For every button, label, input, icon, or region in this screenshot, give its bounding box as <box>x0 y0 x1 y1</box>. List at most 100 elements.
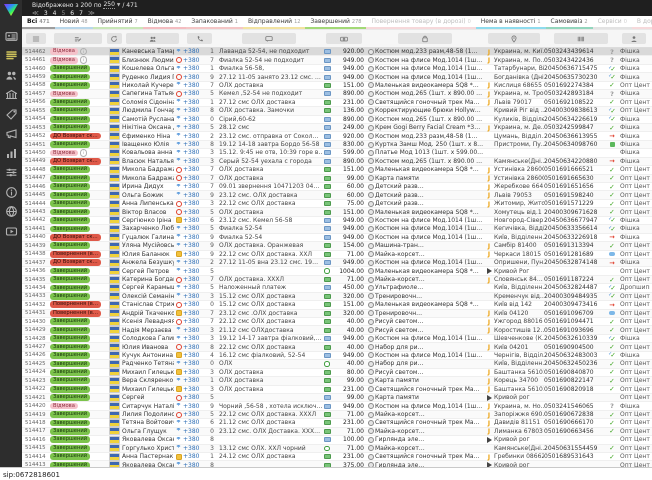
sidebar-item-statistics-icon[interactable] <box>5 147 18 160</box>
customer-name[interactable]: Михаил Гилецький <box>122 369 174 376</box>
tracking-number[interactable]: 0501691651656 <box>544 183 606 190</box>
customer-name[interactable]: Сергей Петров <box>122 268 174 275</box>
customer-name[interactable]: Ситарчук Наталія Гр… <box>122 403 174 410</box>
tracking-number[interactable]: 0503242599847 <box>544 124 606 131</box>
customer-name[interactable]: Ольга Глущук <box>122 428 174 435</box>
customer-phone[interactable]: +380 <box>183 335 206 342</box>
sidebar-item-products-icon[interactable] <box>5 108 18 121</box>
app-logo[interactable] <box>3 3 19 17</box>
customer-name[interactable]: Анжела Безушку <box>122 259 174 266</box>
tab-3[interactable]: Прийнятий7 <box>93 16 143 29</box>
sidebar-item-orders-icon[interactable] <box>5 49 18 62</box>
tab-7[interactable]: Завершений278 <box>305 16 366 29</box>
customer-phone[interactable]: +380 <box>183 166 206 173</box>
customer-phone[interactable]: +380 <box>183 369 206 376</box>
customer-phone[interactable]: +380 <box>183 284 206 291</box>
customer-phone[interactable]: +380 <box>183 149 206 156</box>
customer-name[interactable]: Іващенко Юлія <box>122 141 174 148</box>
customer-name[interactable]: Анна Пастернак <box>122 453 174 460</box>
customer-phone[interactable]: +380 <box>183 428 206 435</box>
tracking-number[interactable]: 0501690904500 <box>544 344 606 351</box>
customer-name[interactable]: Горгулько Христина… <box>122 445 174 452</box>
customer-phone[interactable]: +380 <box>183 377 206 384</box>
customer-name[interactable]: Соломія Сідоніна <box>122 99 174 106</box>
tracking-number[interactable]: 0501691598240 <box>544 192 606 199</box>
tracking-number[interactable]: 0501691093696 <box>544 327 606 334</box>
tracking-number[interactable]: 0501692274384 <box>544 82 606 89</box>
customer-name[interactable]: Сапегина Татьяна С… <box>122 90 174 97</box>
tracking-number[interactable]: 20400309838613 <box>544 107 606 114</box>
customer-name[interactable]: Ольга Божик <box>122 192 174 199</box>
sidebar-item-companies-icon[interactable] <box>5 88 18 101</box>
customer-name[interactable]: Яковалева Оксана <box>122 436 174 443</box>
customer-phone[interactable]: +380 <box>183 293 206 300</box>
customer-phone[interactable]: +380 <box>183 141 206 148</box>
customer-name[interactable]: Надія Мерзаєва <box>122 327 174 334</box>
customer-phone[interactable]: +380 <box>183 234 206 241</box>
customer-name[interactable]: Ксенія Левадняя <box>122 318 174 325</box>
customer-name[interactable]: Михаил Гилецький <box>122 386 174 393</box>
tracking-number[interactable]: 20450634226619 <box>544 116 606 123</box>
customer-phone[interactable]: +380 <box>183 251 206 258</box>
customer-name[interactable]: Тетяна Войтович <box>122 419 174 426</box>
tracking-number[interactable]: 0501691571229 <box>544 200 606 207</box>
tracking-number[interactable]: 0503243422436 <box>544 57 606 64</box>
customer-phone[interactable]: +380 <box>183 175 206 182</box>
tracking-number[interactable]: 20450634098760 <box>544 141 606 148</box>
customer-phone[interactable]: +380 <box>183 65 206 72</box>
tracking-number[interactable]: 20450632874148 <box>544 259 606 266</box>
customer-name[interactable]: Єфименко Ніна <box>122 133 174 140</box>
customer-phone[interactable]: +380 <box>183 360 206 367</box>
customer-phone[interactable]: +380 <box>183 259 206 266</box>
customer-name[interactable]: Микола Бадражан <box>122 166 174 173</box>
tracking-number[interactable]: 0503243439614 <box>544 48 606 55</box>
tracking-number[interactable]: 0501690672838 <box>544 411 606 418</box>
tracking-number[interactable]: 20450634220880 <box>544 158 606 165</box>
customer-name[interactable]: Олексій Семанін <box>122 293 174 300</box>
tab-1[interactable]: Всі471 <box>22 16 55 29</box>
tracking-number[interactable]: 20450632610339 <box>544 335 606 342</box>
info-icon[interactable]: i <box>80 56 88 64</box>
tracking-column-icon[interactable] <box>554 33 608 44</box>
tracking-number[interactable]: 0501692108522 <box>544 99 606 106</box>
tracking-number[interactable]: 0501691094471 <box>544 318 606 325</box>
tracking-number[interactable]: 20450635730230 <box>544 74 606 81</box>
tracking-number[interactable]: 20450636613955 <box>544 133 606 140</box>
info-icon[interactable]: i <box>80 48 88 55</box>
customer-phone[interactable]: +380 <box>183 82 206 89</box>
sidebar-item-info-icon[interactable] <box>5 186 18 199</box>
refresh-column-icon[interactable] <box>107 33 122 44</box>
tracking-number[interactable]: 0503242893184 <box>544 90 606 97</box>
customer-name[interactable]: Сергей Карамышев <box>122 284 174 291</box>
tab-12[interactable]: В дорозі додому0 <box>632 16 652 29</box>
customer-name[interactable]: Вера Скляренко <box>122 377 174 384</box>
customer-name[interactable]: Солодкова Галина В… <box>122 335 174 342</box>
page-size-value[interactable]: 250 <box>103 1 114 9</box>
sidebar-item-campaigns-icon[interactable] <box>5 127 18 140</box>
tracking-number[interactable]: 20450631554459 <box>544 445 606 452</box>
customer-phone[interactable]: +380 <box>183 386 206 393</box>
customer-name[interactable]: Катерина Богданова <box>122 276 174 283</box>
customer-name[interactable]: Лилия Подолинская <box>122 411 174 418</box>
customer-phone[interactable]: +380 <box>183 225 206 232</box>
menu-column-icon[interactable] <box>26 33 46 44</box>
customer-phone[interactable]: +380 <box>183 327 206 334</box>
customer-phone[interactable]: +380 <box>183 99 206 106</box>
customer-phone[interactable]: +380 <box>183 310 206 317</box>
customer-name[interactable]: Станіслав Стрижак <box>122 301 174 308</box>
manager-column-icon[interactable] <box>622 33 646 44</box>
tab-5[interactable]: Запакований1 <box>186 16 243 29</box>
customer-name[interactable]: Анна Липенська <box>122 200 174 207</box>
customer-name[interactable]: Нікітіна Оксана Дми… <box>122 124 174 131</box>
customer-phone[interactable]: +380 <box>183 403 206 410</box>
customer-phone[interactable]: +380 <box>183 57 206 64</box>
customer-name[interactable]: Ирина Дидух <box>122 183 174 190</box>
customer-name[interactable]: Самотій Руслана Во… <box>122 116 174 123</box>
tracking-number[interactable]: 0501691187224 <box>544 276 606 283</box>
tab-6[interactable]: Відправлений12 <box>243 16 306 29</box>
customer-name[interactable]: Андрій Ткаченко <box>122 310 174 317</box>
tab-2[interactable]: Новий48 <box>55 16 93 29</box>
tracking-number[interactable]: 0501690840870 <box>544 369 606 376</box>
tracking-number[interactable]: 20450632450236 <box>544 360 606 367</box>
customer-phone[interactable]: +380 <box>183 301 206 308</box>
